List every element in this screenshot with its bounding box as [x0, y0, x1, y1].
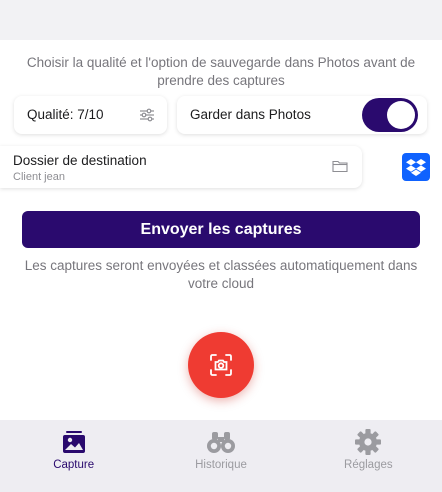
quality-selector[interactable]: Qualité: 7/10 [14, 96, 167, 134]
capture-button[interactable] [188, 332, 254, 398]
tab-capture[interactable]: Capture [0, 420, 147, 492]
destination-folder-selector[interactable]: Dossier de destination Client jean [0, 146, 362, 188]
quality-label: Qualité: 7/10 [27, 107, 104, 122]
sliders-icon [140, 108, 154, 122]
tab-settings-label: Réglages [344, 459, 393, 471]
tab-settings[interactable]: Réglages [295, 420, 442, 492]
tab-capture-label: Capture [53, 459, 95, 471]
tab-history[interactable]: Historique [147, 420, 294, 492]
camera-frame-icon [210, 354, 232, 376]
destination-subtitle: Client jean [13, 171, 65, 183]
intro-text: Choisir la qualité et l'option de sauveg… [26, 55, 416, 88]
toggle-knob [387, 101, 415, 129]
gear-icon [355, 429, 382, 455]
top-bar [0, 0, 442, 40]
folder-icon [332, 160, 348, 173]
keep-in-photos-row: Garder dans Photos [177, 96, 427, 134]
binoculars-icon [206, 432, 235, 453]
destination-title: Dossier de destination [13, 153, 147, 168]
tab-bar: Capture Historique Réglages [0, 420, 442, 492]
keep-in-photos-toggle[interactable] [362, 98, 418, 132]
image-stack-icon [62, 431, 85, 453]
dropbox-icon[interactable] [402, 153, 430, 181]
tab-history-label: Historique [195, 459, 247, 471]
keep-in-photos-label: Garder dans Photos [190, 107, 311, 122]
send-captures-button[interactable]: Envoyer les captures [22, 211, 420, 248]
send-note: Les captures seront envoyées et classées… [24, 258, 418, 291]
